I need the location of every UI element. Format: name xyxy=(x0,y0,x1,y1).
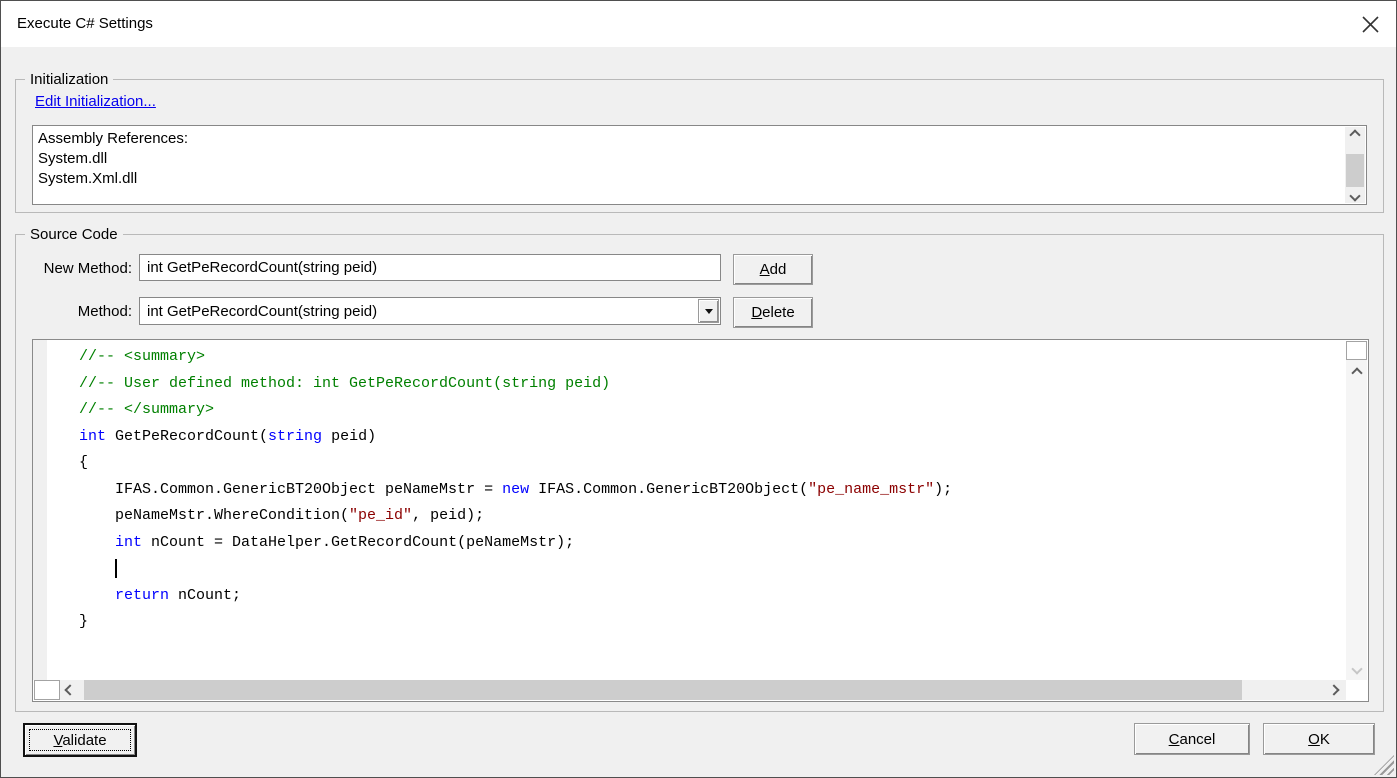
method-select[interactable]: int GetPeRecordCount(string peid) xyxy=(139,297,721,325)
source-code-group-label: Source Code xyxy=(25,226,123,243)
execute-csharp-settings-dialog: Execute C# Settings Initialization Edit … xyxy=(0,0,1397,778)
code-line xyxy=(79,556,1345,583)
initialization-group: Initialization Edit Initialization... As… xyxy=(15,79,1384,213)
add-button[interactable]: Add xyxy=(733,254,813,285)
resize-grip-icon[interactable] xyxy=(1374,755,1394,775)
code-line: { xyxy=(79,450,1345,477)
code-line: //-- </summary> xyxy=(79,397,1345,424)
editor-scrollbar-left-box xyxy=(34,680,60,700)
editor-horizontal-scrollbar[interactable] xyxy=(34,680,1346,700)
reference-line: Assembly References: xyxy=(38,129,188,149)
reference-line: System.dll xyxy=(38,149,188,169)
editor-hscrollbar-thumb[interactable] xyxy=(84,680,1242,700)
code-line: peNameMstr.WhereCondition("pe_id", peid)… xyxy=(79,503,1345,530)
new-method-label: New Method: xyxy=(18,260,132,277)
assembly-references-text: Assembly References:System.dllSystem.Xml… xyxy=(38,129,188,189)
cancel-button[interactable]: Cancel xyxy=(1134,723,1250,755)
dropdown-arrow-icon xyxy=(705,309,713,314)
validate-button[interactable]: Validate xyxy=(23,723,137,757)
new-method-input[interactable] xyxy=(139,254,721,281)
source-code-editor[interactable]: //-- <summary>//-- User defined method: … xyxy=(32,339,1369,702)
editor-scroll-right-button[interactable] xyxy=(1326,680,1342,700)
code-line: int GetPeRecordCount(string peid) xyxy=(79,424,1345,451)
close-button[interactable] xyxy=(1355,10,1385,38)
chevron-down-icon xyxy=(1349,190,1360,201)
scroll-down-button[interactable] xyxy=(1345,188,1365,203)
code-line: //-- User defined method: int GetPeRecor… xyxy=(79,371,1345,398)
chevron-up-icon xyxy=(1351,367,1362,378)
reference-line: System.Xml.dll xyxy=(38,169,188,189)
ok-button[interactable]: OK xyxy=(1263,723,1375,755)
source-code-group: Source Code New Method: Add Method: int … xyxy=(15,234,1384,712)
close-icon xyxy=(1362,16,1379,33)
assembly-references-box[interactable]: Assembly References:System.dllSystem.Xml… xyxy=(32,125,1367,205)
editor-scroll-left-button[interactable] xyxy=(62,680,78,700)
chevron-down-icon xyxy=(1351,663,1362,674)
method-label: Method: xyxy=(18,303,132,320)
text-caret xyxy=(115,559,117,578)
chevron-right-icon xyxy=(1328,684,1339,695)
code-line: int nCount = DataHelper.GetRecordCount(p… xyxy=(79,530,1345,557)
title-bar: Execute C# Settings xyxy=(1,1,1396,47)
scrollbar-thumb[interactable] xyxy=(1346,154,1364,187)
references-vertical-scrollbar[interactable] xyxy=(1345,127,1365,203)
code-content: //-- <summary>//-- User defined method: … xyxy=(47,344,1345,680)
edit-initialization-link[interactable]: Edit Initialization... xyxy=(35,93,156,110)
initialization-group-label: Initialization xyxy=(25,71,113,88)
editor-scroll-up-button[interactable] xyxy=(1346,365,1367,380)
editor-scroll-down-button[interactable] xyxy=(1346,661,1367,676)
code-line: IFAS.Common.GenericBT20Object peNameMstr… xyxy=(79,477,1345,504)
scroll-up-button[interactable] xyxy=(1345,127,1365,142)
editor-vertical-scrollbar[interactable] xyxy=(1346,341,1367,680)
chevron-up-icon xyxy=(1349,129,1360,140)
editor-scrollbar-top-box xyxy=(1346,341,1367,360)
window-title: Execute C# Settings xyxy=(17,15,153,32)
method-selected-value: int GetPeRecordCount(string peid) xyxy=(147,303,377,320)
code-line: return nCount; xyxy=(79,583,1345,610)
method-dropdown-button[interactable] xyxy=(698,299,719,323)
delete-button[interactable]: Delete xyxy=(733,297,813,328)
chevron-left-icon xyxy=(64,684,75,695)
editor-gutter xyxy=(33,340,47,680)
code-line: //-- <summary> xyxy=(79,344,1345,371)
code-line: } xyxy=(79,609,1345,636)
